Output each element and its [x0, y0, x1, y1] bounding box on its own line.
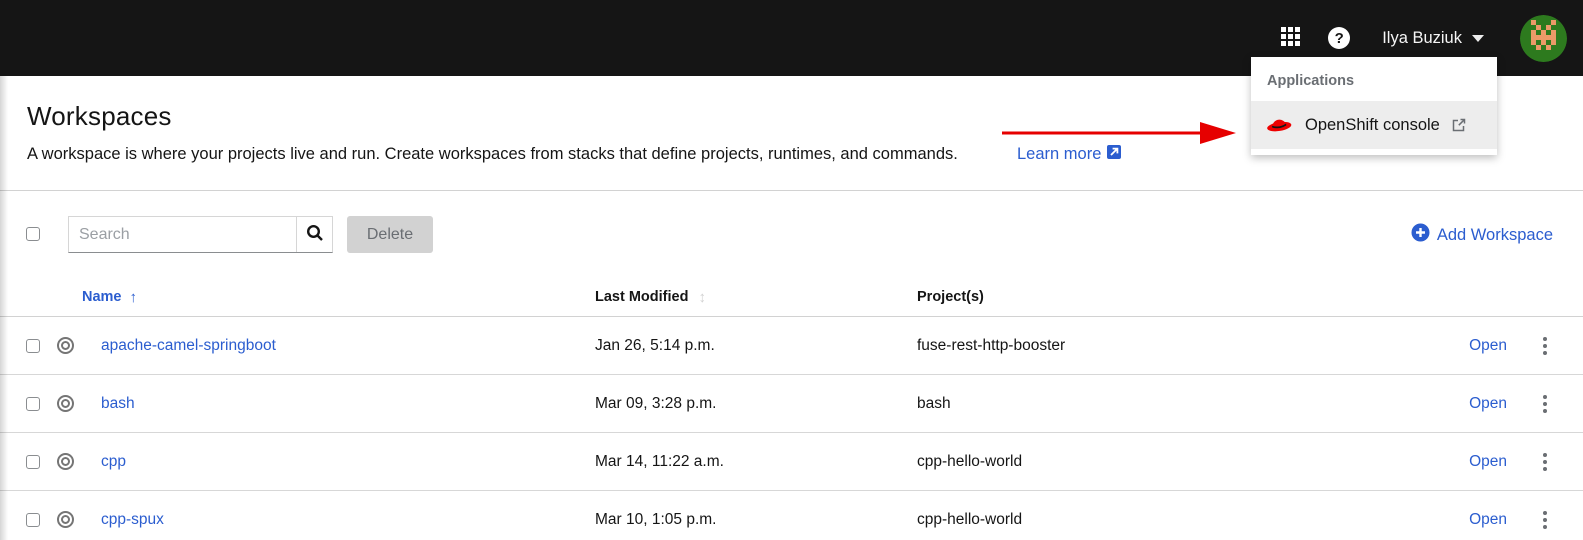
select-all-checkbox[interactable] — [26, 227, 40, 241]
learn-more-label: Learn more — [1017, 145, 1101, 164]
workspace-name-link[interactable]: bash — [95, 395, 595, 413]
menu-item-openshift-console[interactable]: OpenShift console — [1251, 101, 1497, 149]
last-modified-cell: Mar 09, 3:28 p.m. — [595, 395, 917, 413]
table-row-cpp-spux: cpp-spux Mar 10, 1:05 p.m. cpp-hello-wor… — [0, 491, 1583, 540]
workspaces-toolbar: Delete Add Workspace — [0, 216, 1583, 253]
add-workspace-button[interactable]: Add Workspace — [1411, 223, 1553, 247]
user-menu-name[interactable]: Ilya Buziuk — [1382, 29, 1462, 48]
workspace-stopped-icon — [57, 337, 74, 354]
workspaces-table: Name ↑ Last Modified ↕ Project(s) apache… — [0, 278, 1583, 540]
page-title: Workspaces — [27, 101, 172, 132]
header-divider — [0, 190, 1583, 191]
applications-launcher-button[interactable] — [1281, 27, 1300, 49]
open-workspace-link[interactable]: Open — [1469, 395, 1507, 413]
row-checkbox[interactable] — [26, 339, 40, 353]
question-circle-icon: ? — [1328, 27, 1350, 49]
row-checkbox[interactable] — [26, 397, 40, 411]
row-actions-kebab[interactable] — [1537, 389, 1553, 419]
external-link-icon — [1452, 118, 1466, 132]
workspace-stopped-icon — [57, 395, 74, 412]
projects-cell: cpp-hello-world — [917, 511, 1417, 529]
row-actions-kebab[interactable] — [1537, 331, 1553, 361]
help-button[interactable]: ? — [1328, 27, 1350, 49]
table-header-row: Name ↑ Last Modified ↕ Project(s) — [0, 278, 1583, 317]
menu-item-label: OpenShift console — [1305, 116, 1440, 135]
row-actions-kebab[interactable] — [1537, 505, 1553, 535]
caret-down-icon[interactable] — [1472, 35, 1484, 42]
plus-circle-icon — [1411, 223, 1430, 247]
page-description: A workspace is where your projects live … — [27, 145, 958, 164]
table-row-apache-camel-springboot: apache-camel-springboot Jan 26, 5:14 p.m… — [0, 317, 1583, 375]
applications-menu-section-label: Applications — [1251, 57, 1497, 101]
open-workspace-link[interactable]: Open — [1469, 511, 1507, 529]
last-modified-cell: Mar 14, 11:22 a.m. — [595, 453, 917, 471]
column-header-last-modified-label: Last Modified — [595, 289, 688, 305]
sort-ascending-icon: ↑ — [130, 289, 138, 306]
workspace-stopped-icon — [57, 511, 74, 528]
learn-more-link[interactable]: Learn more — [1017, 144, 1122, 165]
table-row-cpp: cpp Mar 14, 11:22 a.m. cpp-hello-world O… — [0, 433, 1583, 491]
search-button[interactable] — [296, 217, 332, 252]
last-modified-cell: Jan 26, 5:14 p.m. — [595, 337, 917, 355]
column-header-name-label: Name — [82, 289, 122, 305]
column-header-last-modified[interactable]: Last Modified ↕ — [595, 289, 917, 306]
column-header-projects: Project(s) — [917, 289, 1417, 305]
workspace-stopped-icon — [57, 453, 74, 470]
add-workspace-label: Add Workspace — [1437, 226, 1553, 245]
table-row-bash: bash Mar 09, 3:28 p.m. bash Open — [0, 375, 1583, 433]
open-workspace-link[interactable]: Open — [1469, 453, 1507, 471]
row-checkbox[interactable] — [26, 513, 40, 527]
column-header-name[interactable]: Name ↑ — [82, 289, 595, 306]
search-group — [68, 216, 333, 253]
search-input[interactable] — [69, 217, 296, 252]
red-fedora-icon — [1265, 113, 1293, 138]
projects-cell: fuse-rest-http-booster — [917, 337, 1417, 355]
external-link-square-icon — [1106, 144, 1122, 165]
apps-grid-icon — [1281, 27, 1300, 49]
projects-cell: cpp-hello-world — [917, 453, 1417, 471]
workspace-name-link[interactable]: cpp — [95, 453, 595, 471]
last-modified-cell: Mar 10, 1:05 p.m. — [595, 511, 917, 529]
workspace-name-link[interactable]: apache-camel-springboot — [95, 337, 595, 355]
row-actions-kebab[interactable] — [1537, 447, 1553, 477]
sort-both-icon: ↕ — [698, 289, 706, 306]
open-workspace-link[interactable]: Open — [1469, 337, 1507, 355]
workspace-name-link[interactable]: cpp-spux — [95, 511, 595, 529]
delete-button[interactable]: Delete — [347, 216, 433, 253]
projects-cell: bash — [917, 395, 1417, 413]
left-edge-shadow — [0, 76, 8, 540]
search-icon — [306, 224, 324, 245]
applications-menu: Applications OpenShift console — [1251, 57, 1497, 155]
row-checkbox[interactable] — [26, 455, 40, 469]
avatar — [1520, 15, 1567, 62]
